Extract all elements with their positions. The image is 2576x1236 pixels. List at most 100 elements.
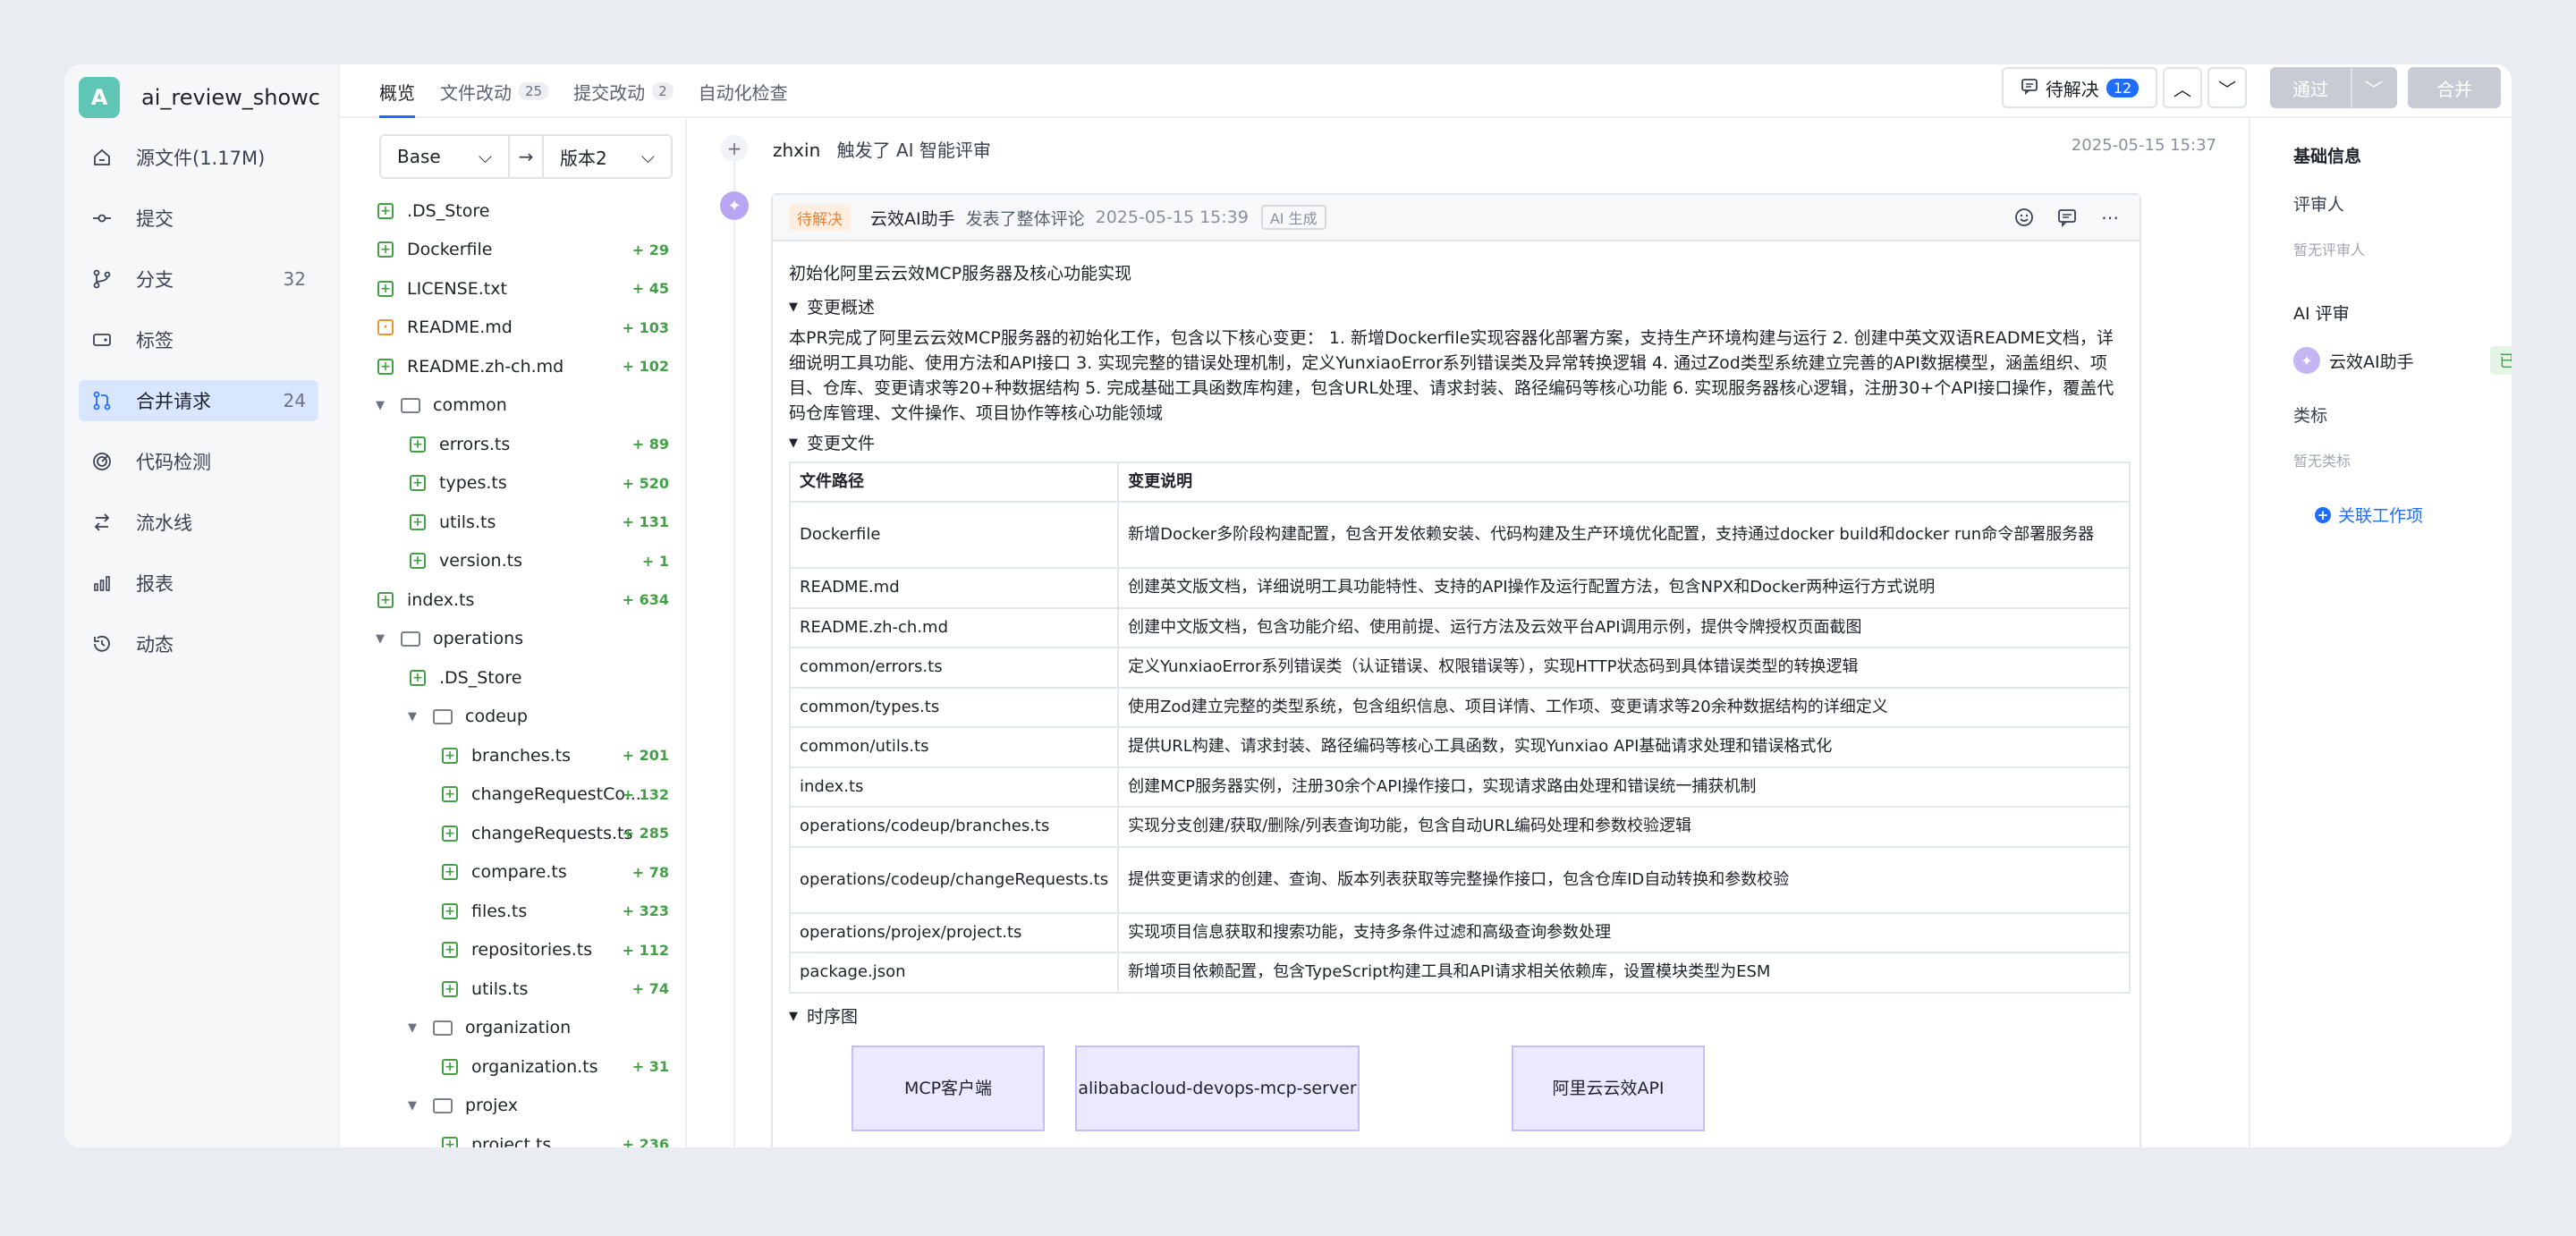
tree-file[interactable]: + index.ts + 634: [340, 580, 685, 620]
tree-item-name: .DS_Store: [439, 667, 522, 688]
additions-count: + 323: [622, 902, 669, 920]
approve-button[interactable]: 通过: [2270, 67, 2351, 108]
tab-0[interactable]: 概览: [379, 64, 415, 118]
tree-file[interactable]: + branches.ts + 201: [340, 736, 685, 775]
tab-2[interactable]: 提交改动 2: [573, 64, 674, 118]
folder-icon: [433, 708, 453, 724]
nav-item-1[interactable]: 提交: [79, 188, 318, 249]
nav-item-8[interactable]: 动态: [79, 614, 318, 674]
tree-file[interactable]: · README.md + 103: [340, 309, 685, 348]
merge-button[interactable]: 合并: [2408, 67, 2501, 108]
tree-file[interactable]: + LICENSE.txt + 45: [340, 269, 685, 309]
tab-count: 25: [519, 82, 549, 100]
nav-item-5[interactable]: 代码检测: [79, 431, 318, 492]
tree-file[interactable]: + utils.ts + 74: [340, 969, 685, 1009]
home-icon: [91, 147, 136, 168]
nav-item-label: 流水线: [136, 512, 192, 534]
folder-icon: [433, 1020, 453, 1036]
tree-file[interactable]: + .DS_Store: [340, 191, 685, 231]
table-row: index.ts 创建MCP服务器实例，注册30余个API操作接口，实现请求路由处…: [788, 766, 2131, 808]
nav-item-label: 合并请求: [136, 391, 211, 412]
pending-button[interactable]: 待解决 12: [2002, 67, 2157, 108]
tree-file[interactable]: + version.ts + 1: [340, 542, 685, 581]
comment-header: 待解决 云效AI助手 发表了整体评论 2025-05-15 15:39 AI 生…: [773, 195, 2140, 241]
prev-button[interactable]: ︿: [2163, 67, 2202, 108]
additions-count: + 103: [622, 318, 669, 336]
file-tree-panel: Base ⌵ → 版本2 ⌵ + .DS_Store + Dockerfile + 29 + L…: [340, 118, 687, 1147]
base-select[interactable]: Base ⌵: [381, 146, 508, 167]
table-row: README.md 创建英文版文档，详细说明工具功能特性、支持的API操作及运行配…: [788, 567, 2131, 609]
caret-down-icon: ▼: [408, 1020, 417, 1035]
tree-item-name: .DS_Store: [407, 200, 490, 221]
tree-file[interactable]: + types.ts + 520: [340, 464, 685, 504]
tab-3[interactable]: 自动化检查: [699, 64, 788, 118]
tree-file[interactable]: + utils.ts + 131: [340, 503, 685, 542]
file-added-icon: +: [442, 902, 458, 919]
link-work-item-label: 关联工作项: [2338, 506, 2424, 526]
tree-item-name: utils.ts: [439, 512, 496, 532]
nav-item-7[interactable]: 报表: [79, 553, 318, 614]
tree-folder[interactable]: ▼ operations: [340, 620, 685, 659]
tree-item-name: operations: [433, 629, 524, 649]
commit-icon: [91, 207, 136, 229]
tab-1[interactable]: 文件改动 25: [440, 64, 549, 118]
tree-folder[interactable]: ▼ common: [340, 386, 685, 426]
comment-author: 云效AI助手: [870, 208, 955, 229]
tab-label: 概览: [379, 81, 415, 104]
ai-generated-tag: AI 生成: [1260, 205, 1326, 230]
caret-down-icon: ▼: [376, 631, 385, 646]
history-icon: [91, 633, 136, 655]
next-button[interactable]: ﹀: [2207, 67, 2247, 108]
target-select[interactable]: 版本2 ⌵: [544, 144, 671, 170]
merge-request-icon: [91, 390, 136, 411]
folder-icon: [433, 1097, 453, 1113]
tree-file[interactable]: + repositories.ts + 112: [340, 931, 685, 970]
section-overview[interactable]: ▼ 变更概述: [789, 295, 2123, 320]
tag-icon: [91, 329, 136, 351]
section-files-label: 变更文件: [807, 434, 876, 453]
tree-file[interactable]: + organization.ts + 31: [340, 1047, 685, 1087]
tree-file[interactable]: + changeRequestCo... + 132: [340, 775, 685, 815]
nav-item-2[interactable]: 分支 32: [79, 249, 318, 309]
table-row: common/errors.ts 定义YunxiaoError系列错误类（认证错误…: [788, 647, 2131, 689]
nav-item-0[interactable]: 源文件(1.17M): [79, 127, 318, 188]
chevron-up-icon: ︿: [2174, 78, 2191, 100]
more-icon[interactable]: ⋯: [2098, 206, 2122, 229]
tree-file[interactable]: + README.zh-ch.md + 102: [340, 347, 685, 386]
file-modified-icon: ·: [377, 319, 394, 336]
reply-icon[interactable]: [2055, 206, 2079, 229]
tree-folder[interactable]: ▼ projex: [340, 1087, 685, 1126]
file-added-icon: +: [442, 747, 458, 764]
tree-folder[interactable]: ▼ codeup: [340, 698, 685, 737]
tree-file[interactable]: + .DS_Store: [340, 658, 685, 698]
tree-item-name: branches.ts: [471, 745, 572, 766]
caret-down-icon: ▼: [789, 301, 798, 314]
emoji-icon[interactable]: [2012, 206, 2036, 229]
change-desc-cell: 提供变更请求的创建、查询、版本列表获取等完整操作接口，包含仓库ID自动转换和参数…: [1117, 845, 2131, 914]
tree-file[interactable]: + changeRequests.ts + 285: [340, 814, 685, 853]
file-added-icon: +: [410, 513, 426, 530]
nav-item-3[interactable]: 标签: [79, 309, 318, 370]
tree-file[interactable]: + project.ts + 236: [340, 1125, 685, 1147]
section-sequence[interactable]: ▼ 时序图: [789, 1004, 2123, 1029]
nav-item-4[interactable]: 合并请求 24: [79, 380, 318, 421]
repo-header[interactable]: A ai_review_showc...: [79, 77, 320, 118]
tree-file[interactable]: + Dockerfile + 29: [340, 231, 685, 270]
additions-count: + 285: [622, 825, 669, 842]
file-added-icon: +: [410, 475, 426, 492]
approve-dropdown[interactable]: ﹀: [2351, 67, 2397, 108]
link-work-item[interactable]: + 关联工作项: [2315, 503, 2423, 527]
tabs: 概览 文件改动 25 提交改动 2 自动化检查: [379, 64, 788, 118]
file-added-icon: +: [377, 591, 394, 608]
table-row: common/types.ts 使用Zod建立完整的类型系统，包含组织信息、项目详…: [788, 686, 2131, 728]
tree-file[interactable]: + compare.ts + 78: [340, 853, 685, 893]
nav-item-6[interactable]: 流水线: [79, 492, 318, 553]
file-added-icon: +: [377, 241, 394, 258]
tree-file[interactable]: + files.ts + 323: [340, 892, 685, 931]
plus-icon[interactable]: +: [721, 135, 748, 162]
section-files[interactable]: ▼ 变更文件: [789, 431, 2123, 456]
tree-folder[interactable]: ▼ organization: [340, 1009, 685, 1048]
tree-file[interactable]: + errors.ts + 89: [340, 425, 685, 464]
status-badge[interactable]: 待解决: [789, 204, 851, 231]
change-desc-cell: 定义YunxiaoError系列错误类（认证错误、权限错误等），实现HTTP状态…: [1117, 647, 2131, 689]
